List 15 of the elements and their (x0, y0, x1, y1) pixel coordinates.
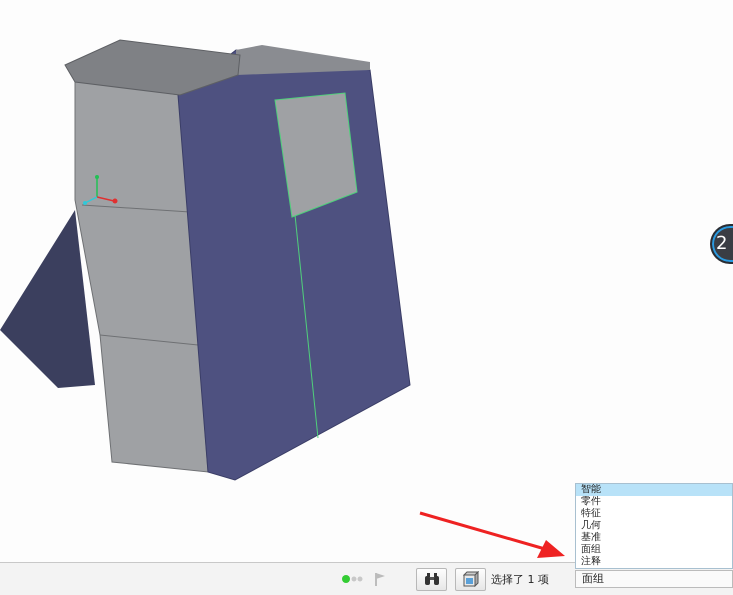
count-badge[interactable]: 2 (710, 224, 733, 264)
filter-option[interactable]: 面组 (576, 544, 732, 556)
filter-option[interactable]: 基准 (576, 532, 732, 544)
filter-option[interactable]: 特征 (576, 508, 732, 520)
axis-triad-icon (83, 175, 118, 205)
filter-option[interactable]: 零件 (576, 496, 732, 508)
status-lights-icon (342, 574, 364, 584)
box-icon (462, 571, 478, 587)
binoculars-icon (424, 572, 440, 586)
filter-option[interactable]: 几何 (576, 520, 732, 532)
filter-option[interactable]: 智能 (576, 484, 732, 496)
selection-count-text: 选择了 1 项 (491, 572, 550, 586)
find-button[interactable] (416, 568, 447, 590)
selection-button[interactable] (455, 568, 486, 590)
filter-dropdown[interactable]: 面组 (575, 570, 733, 588)
